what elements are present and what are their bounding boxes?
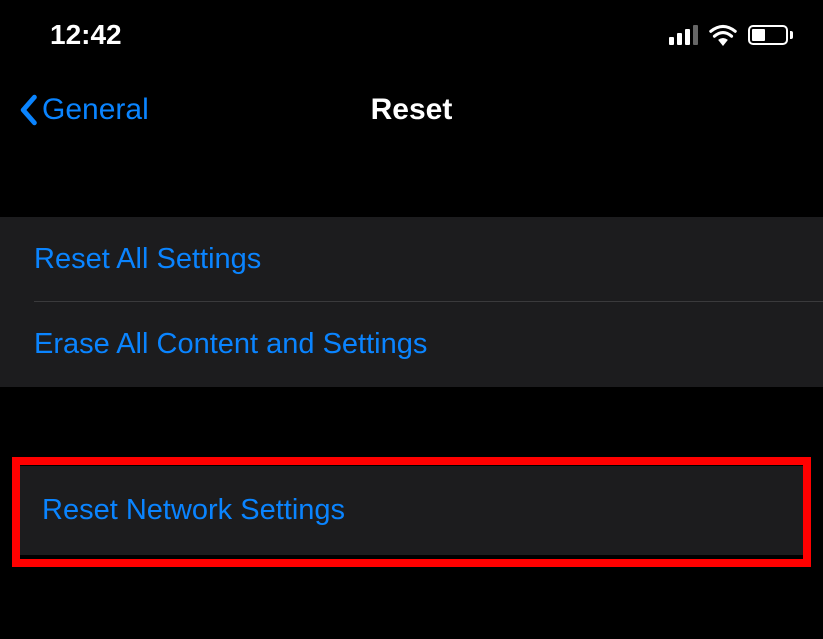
settings-group-2: Reset Network Settings <box>20 466 803 555</box>
status-bar: 12:42 <box>0 0 823 70</box>
erase-all-content-item[interactable]: Erase All Content and Settings <box>0 302 823 387</box>
wifi-icon <box>708 24 738 46</box>
cellular-signal-icon <box>669 25 698 45</box>
back-button[interactable]: General <box>18 93 149 127</box>
chevron-left-icon <box>18 94 38 126</box>
status-icons <box>669 24 793 46</box>
back-label: General <box>42 93 149 127</box>
battery-icon <box>748 25 793 45</box>
settings-group-1: Reset All Settings Erase All Content and… <box>0 217 823 387</box>
content-area: Reset All Settings Erase All Content and… <box>0 150 823 567</box>
reset-all-settings-item[interactable]: Reset All Settings <box>0 217 823 302</box>
highlight-annotation: Reset Network Settings <box>12 457 811 567</box>
navigation-bar: General Reset <box>0 70 823 150</box>
reset-network-settings-item[interactable]: Reset Network Settings <box>20 466 803 555</box>
status-time: 12:42 <box>50 19 122 51</box>
page-title: Reset <box>371 93 453 127</box>
